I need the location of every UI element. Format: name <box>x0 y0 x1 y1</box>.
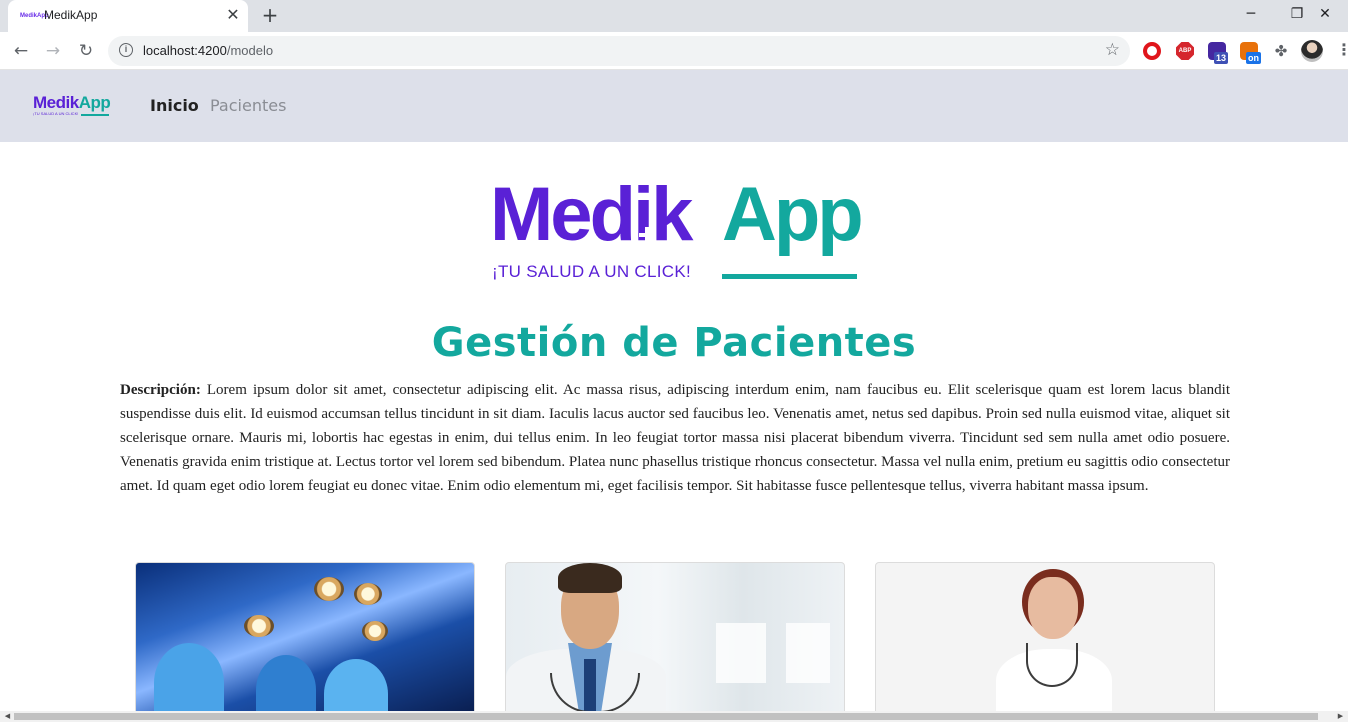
surgical-lamp <box>362 621 388 641</box>
description-paragraph: Descripción: Lorem ipsum dolor sit amet,… <box>120 378 1230 498</box>
extension-badge-on: on <box>1246 52 1261 64</box>
doctor-face <box>1028 577 1078 639</box>
new-tab-button[interactable]: + <box>258 4 282 28</box>
browser-menu-icon[interactable]: ⋮ <box>1336 40 1348 59</box>
browser-tab[interactable]: MedikApp MedikApp ✕ <box>8 0 248 32</box>
horizontal-scrollbar[interactable]: ◀ ▶ <box>0 711 1348 722</box>
card-surgery-image[interactable] <box>135 562 475 712</box>
doctor-hair <box>558 563 622 593</box>
browser-toolbar: ← → ↻ i localhost:4200/modelo ☆ ABP 13 o… <box>0 32 1348 70</box>
opera-extension-icon[interactable] <box>1143 42 1161 60</box>
bookmark-star-icon[interactable]: ☆ <box>1105 40 1120 60</box>
card-male-doctor-image[interactable] <box>505 562 845 712</box>
url-path: /modelo <box>226 43 274 58</box>
back-button[interactable]: ← <box>8 38 34 64</box>
favicon-icon: MedikApp <box>20 13 49 19</box>
surgeon-figure <box>154 643 224 711</box>
surgical-lamp <box>314 577 344 601</box>
profile-avatar[interactable] <box>1301 40 1323 62</box>
navbar-logo[interactable]: MedikApp ¡TU SALUD A UN CLICK! <box>33 94 113 118</box>
description-label: Descripción: <box>120 382 201 398</box>
adblock-extension-icon[interactable]: ABP <box>1176 42 1194 60</box>
surgical-lamp <box>354 583 382 605</box>
minimize-button[interactable]: ─ <box>1228 2 1274 28</box>
address-bar[interactable]: i localhost:4200/modelo ☆ <box>108 36 1130 66</box>
nav-link-pacientes[interactable]: Pacientes <box>210 96 286 115</box>
scrollbar-thumb[interactable] <box>14 713 1318 720</box>
scroll-right-arrow-icon[interactable]: ▶ <box>1335 712 1346 721</box>
browser-tabstrip: MedikApp MedikApp ✕ + ─ ❐ ✕ <box>0 0 1348 32</box>
hero-logo-tagline: ¡TU SALUD A UN CLICK! <box>492 262 692 281</box>
extensions-puzzle-icon[interactable]: ✤ <box>1272 42 1290 60</box>
window-close-button[interactable]: ✕ <box>1302 2 1348 28</box>
surgeon-figure <box>256 655 316 711</box>
medical-cross-icon <box>637 225 657 245</box>
nav-link-inicio[interactable]: Inicio <box>150 96 199 115</box>
tab-title: MedikApp <box>44 8 98 22</box>
navbar-logo-medik: Medik <box>33 93 79 112</box>
forward-button[interactable]: → <box>40 38 66 64</box>
site-info-icon[interactable]: i <box>119 43 133 57</box>
navbar-logo-underline <box>81 114 109 116</box>
app-navbar: MedikApp ¡TU SALUD A UN CLICK! Inicio Pa… <box>0 70 1348 142</box>
hero-logo-medik: Medik <box>490 172 693 257</box>
close-tab-icon[interactable]: ✕ <box>222 4 244 26</box>
url-text[interactable]: localhost:4200/modelo <box>143 43 273 58</box>
navbar-logo-app: App <box>78 93 111 112</box>
hero-logo-app: App <box>722 172 864 257</box>
url-host: localhost:4200 <box>143 43 227 58</box>
description-text: Lorem ipsum dolor sit amet, consectetur … <box>120 382 1230 494</box>
background-window <box>716 623 766 683</box>
scroll-left-arrow-icon[interactable]: ◀ <box>2 712 13 721</box>
page-title: Gestión de Pacientes <box>431 320 917 366</box>
background-window <box>786 623 830 683</box>
extension-badge-count: 13 <box>1214 52 1229 64</box>
hero-logo-underline <box>722 274 857 279</box>
reload-button[interactable]: ↻ <box>73 38 99 64</box>
hero-logo: Medik App ¡TU SALUD A UN CLICK! <box>490 170 864 286</box>
card-female-doctor-image[interactable] <box>875 562 1215 712</box>
surgical-lamp <box>244 615 274 637</box>
surgeon-figure <box>324 659 388 711</box>
